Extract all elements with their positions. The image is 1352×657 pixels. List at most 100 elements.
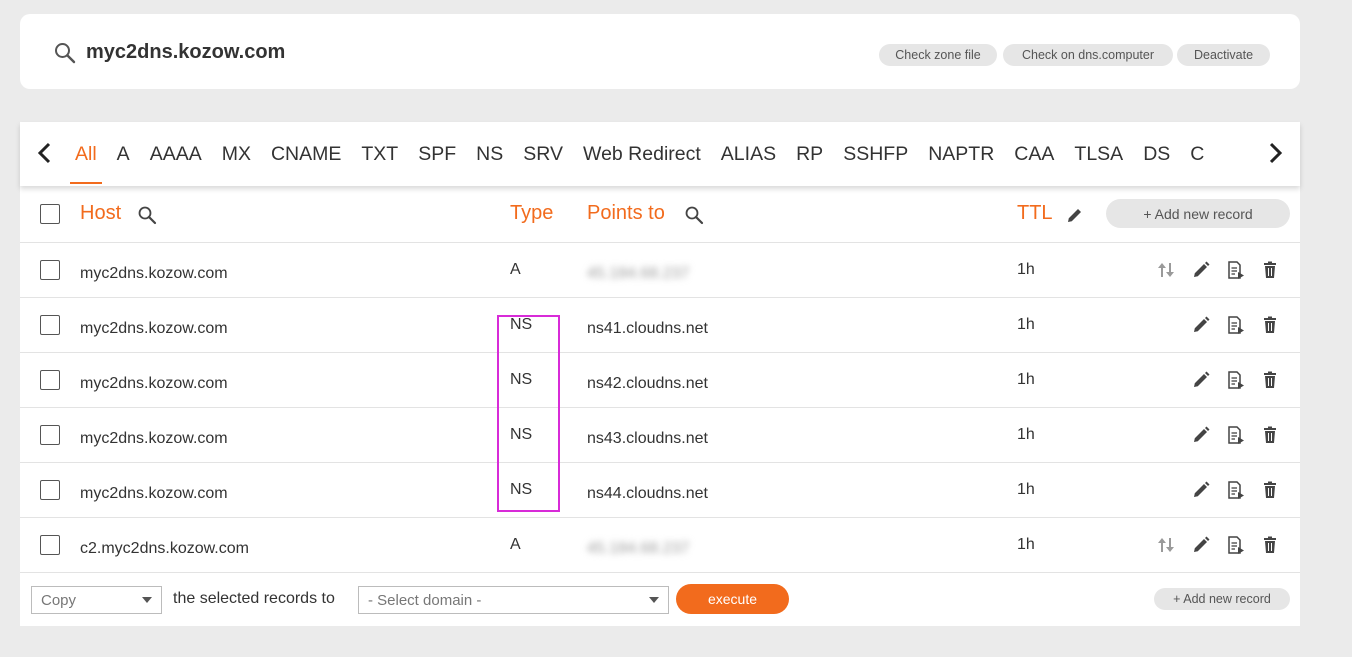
domain-select-placeholder: - Select domain -: [368, 591, 482, 609]
tab-alias[interactable]: ALIAS: [716, 122, 781, 186]
tab-srv[interactable]: SRV: [518, 122, 568, 186]
tab-spf[interactable]: SPF: [413, 122, 461, 186]
tab-ds[interactable]: DS: [1138, 122, 1175, 186]
tab-cname[interactable]: CNAME: [266, 122, 346, 186]
type-cell: A: [510, 261, 521, 278]
bulk-action-text: the selected records to: [173, 590, 335, 607]
deactivate-button[interactable]: Deactivate: [1177, 44, 1270, 66]
tab-c[interactable]: C: [1185, 122, 1209, 186]
table-row: c2.myc2dns.kozow.com A 45.184.68.237 1h: [20, 518, 1300, 573]
edit-icon[interactable]: [1191, 480, 1211, 500]
edit-icon[interactable]: [1191, 425, 1211, 445]
host-cell: myc2dns.kozow.com: [80, 265, 228, 282]
tab-sshfp[interactable]: SSHFP: [838, 122, 913, 186]
host-search-icon[interactable]: [137, 205, 157, 225]
ttl-edit-icon[interactable]: [1065, 205, 1085, 225]
delete-icon[interactable]: [1260, 480, 1280, 500]
table-header: Host Type Points to TTL + Add new record: [20, 186, 1300, 243]
tab-caa[interactable]: CAA: [1009, 122, 1059, 186]
add-new-record-button[interactable]: + Add new record: [1106, 199, 1290, 228]
host-cell: myc2dns.kozow.com: [80, 485, 228, 502]
chevron-left-icon[interactable]: [34, 140, 56, 166]
caret-down-icon: [649, 597, 659, 603]
tab-ns[interactable]: NS: [471, 122, 508, 186]
host-column-header[interactable]: Host: [80, 202, 121, 225]
tab-all[interactable]: All: [70, 122, 102, 186]
host-cell: myc2dns.kozow.com: [80, 320, 228, 337]
host-cell: myc2dns.kozow.com: [80, 430, 228, 447]
points-to-cell: 45.184.68.237: [587, 265, 690, 282]
edit-icon[interactable]: [1191, 315, 1211, 335]
host-cell: myc2dns.kozow.com: [80, 375, 228, 392]
ttl-cell: 1h: [1017, 481, 1035, 498]
tab-rp[interactable]: RP: [791, 122, 828, 186]
copy-record-icon[interactable]: [1225, 425, 1245, 445]
tab-aaaa[interactable]: AAAA: [145, 122, 207, 186]
copy-record-icon[interactable]: [1225, 260, 1245, 280]
table-row: myc2dns.kozow.com NS ns43.cloudns.net 1h: [20, 408, 1300, 463]
bulk-action-select[interactable]: Copy: [31, 586, 162, 614]
ttl-column-header[interactable]: TTL: [1017, 202, 1053, 225]
zone-header: myc2dns.kozow.com Check zone file Check …: [20, 14, 1300, 89]
edit-icon[interactable]: [1191, 260, 1211, 280]
row-checkbox[interactable]: [40, 315, 60, 335]
copy-record-icon[interactable]: [1225, 315, 1245, 335]
ttl-cell: 1h: [1017, 316, 1035, 333]
host-cell: c2.myc2dns.kozow.com: [80, 540, 249, 557]
tab-txt[interactable]: TXT: [356, 122, 403, 186]
delete-icon[interactable]: [1260, 370, 1280, 390]
ttl-cell: 1h: [1017, 536, 1035, 553]
points-to-cell: ns44.cloudns.net: [587, 485, 708, 502]
table-row: myc2dns.kozow.com A 45.184.68.237 1h: [20, 243, 1300, 298]
edit-icon[interactable]: [1191, 535, 1211, 555]
add-new-record-bottom-button[interactable]: + Add new record: [1154, 588, 1290, 610]
delete-icon[interactable]: [1260, 425, 1280, 445]
check-on-dns-computer-button[interactable]: Check on dns.computer: [1003, 44, 1173, 66]
failover-icon[interactable]: [1156, 535, 1176, 555]
row-checkbox[interactable]: [40, 370, 60, 390]
tab-mx[interactable]: MX: [217, 122, 256, 186]
points-to-cell: ns42.cloudns.net: [587, 375, 708, 392]
copy-record-icon[interactable]: [1225, 480, 1245, 500]
records-table: Host Type Points to TTL + Add new record…: [20, 186, 1300, 626]
chevron-right-icon[interactable]: [1264, 140, 1286, 166]
search-icon[interactable]: [53, 41, 77, 65]
check-zone-file-button[interactable]: Check zone file: [879, 44, 997, 66]
tab-naptr[interactable]: NAPTR: [923, 122, 999, 186]
domain-select[interactable]: - Select domain -: [358, 586, 669, 614]
table-row: myc2dns.kozow.com NS ns41.cloudns.net 1h: [20, 298, 1300, 353]
tab-tlsa[interactable]: TLSA: [1069, 122, 1128, 186]
delete-icon[interactable]: [1260, 260, 1280, 280]
execute-button[interactable]: execute: [676, 584, 789, 614]
ttl-cell: 1h: [1017, 261, 1035, 278]
tabs-viewport: All A AAAA MX CNAME TXT SPF NS SRV Web Redirect AL…: [70, 122, 1270, 186]
points-to-search-icon[interactable]: [684, 205, 704, 225]
edit-icon[interactable]: [1191, 370, 1211, 390]
tabs-row: All A AAAA MX CNAME TXT SPF NS SRV Web Redirect AL…: [70, 122, 1270, 186]
row-checkbox[interactable]: [40, 260, 60, 280]
row-checkbox[interactable]: [40, 480, 60, 500]
table-row: myc2dns.kozow.com NS ns44.cloudns.net 1h: [20, 463, 1300, 518]
failover-icon[interactable]: [1156, 260, 1176, 280]
copy-record-icon[interactable]: [1225, 535, 1245, 555]
type-cell: A: [510, 536, 521, 553]
bulk-actions-bar: Copy the selected records to - Select do…: [20, 573, 1300, 626]
points-to-column-header[interactable]: Points to: [587, 202, 665, 225]
ns-type-highlight: [497, 315, 560, 512]
tab-a[interactable]: A: [112, 122, 135, 186]
bulk-action-value: Copy: [41, 591, 77, 609]
row-checkbox[interactable]: [40, 425, 60, 445]
record-type-tabs: All A AAAA MX CNAME TXT SPF NS SRV Web Redirect AL…: [20, 122, 1300, 186]
select-all-checkbox[interactable]: [40, 204, 60, 224]
row-checkbox[interactable]: [40, 535, 60, 555]
copy-record-icon[interactable]: [1225, 370, 1245, 390]
zone-title: myc2dns.kozow.com: [86, 41, 286, 63]
ttl-cell: 1h: [1017, 426, 1035, 443]
delete-icon[interactable]: [1260, 535, 1280, 555]
type-column-header[interactable]: Type: [510, 202, 553, 225]
points-to-cell: ns41.cloudns.net: [587, 320, 708, 337]
points-to-cell: 45.184.68.237: [587, 540, 690, 557]
tab-web-redirect[interactable]: Web Redirect: [578, 122, 706, 186]
delete-icon[interactable]: [1260, 315, 1280, 335]
table-row: myc2dns.kozow.com NS ns42.cloudns.net 1h: [20, 353, 1300, 408]
